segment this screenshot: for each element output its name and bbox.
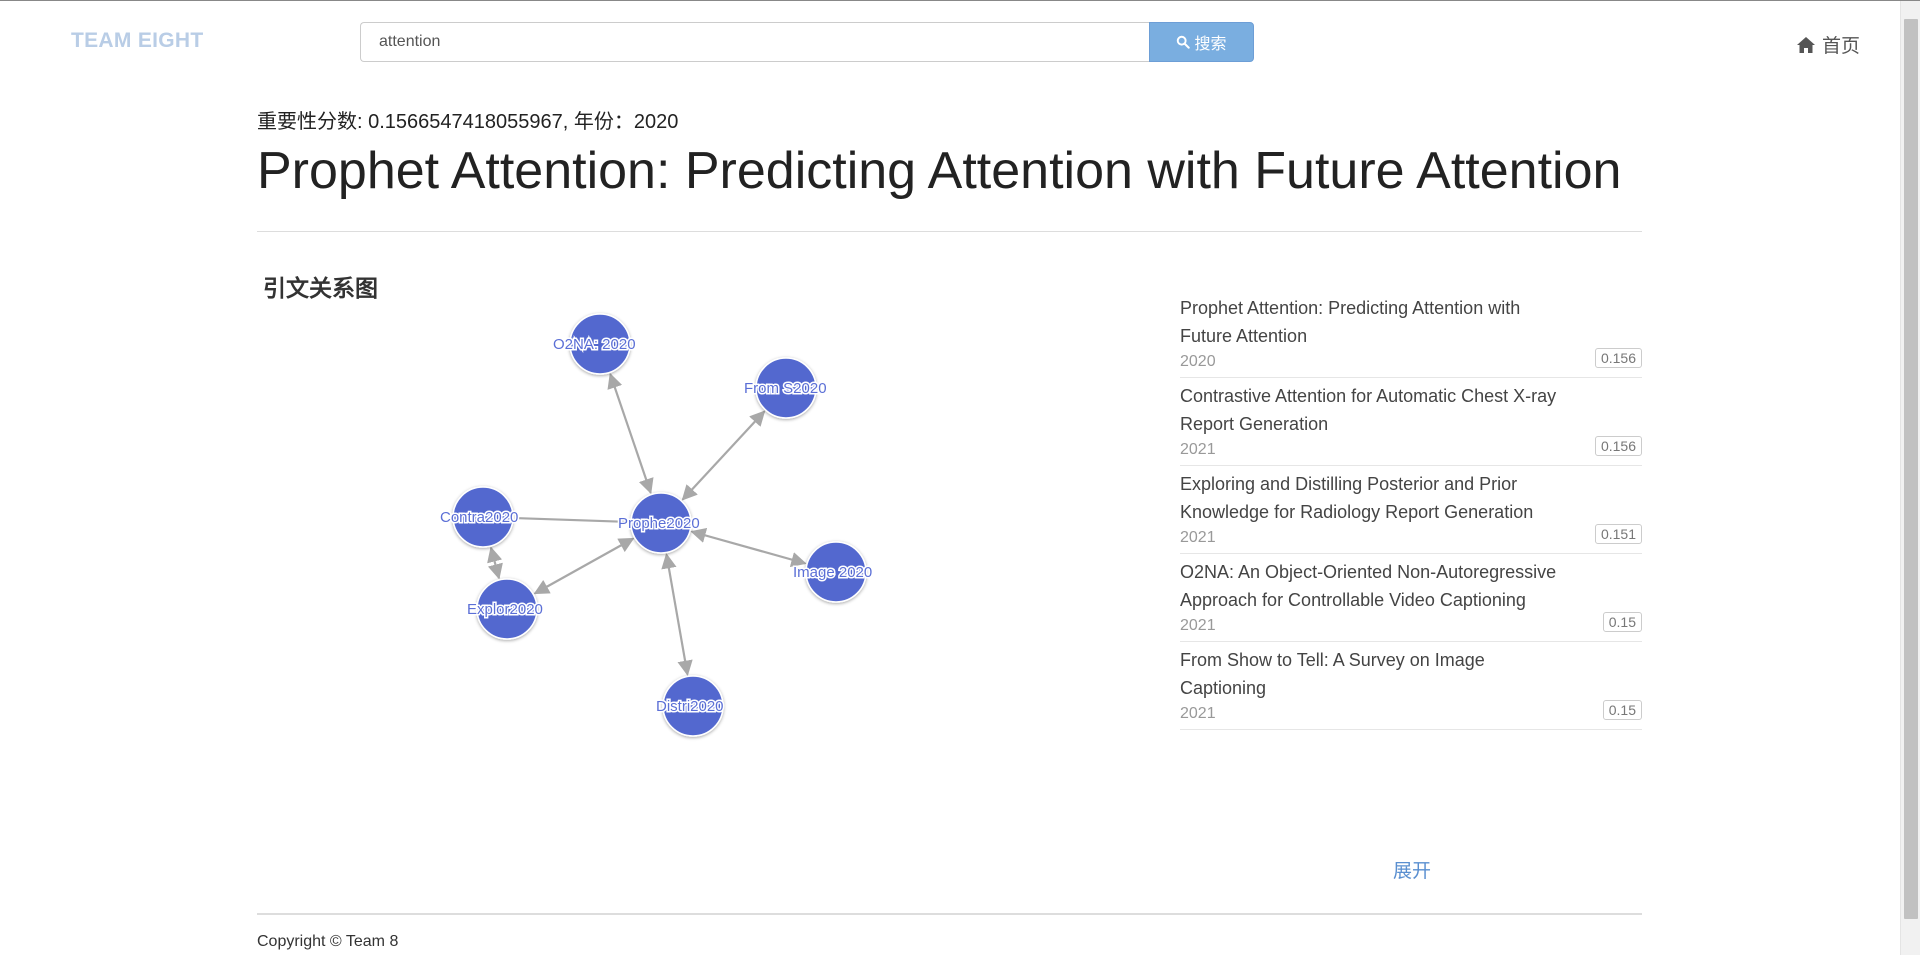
citation-list: Prophet Attention: Predicting Attention … [1180, 290, 1642, 730]
citation-year: 2021 [1180, 617, 1216, 634]
graph-edge [533, 537, 635, 595]
score-badge: 0.151 [1594, 524, 1642, 544]
search-button[interactable]: 搜索 [1149, 22, 1254, 62]
graph-node[interactable]: Contra2020 [439, 486, 520, 548]
graph-node-label: Image 2020 [793, 564, 872, 581]
citation-graph[interactable]: O2NA: 2020 From S2020 Contra2020 Prophe2020… [420, 291, 940, 761]
paper-meta: 重要性分数: 0.1566547418055967, 年份：2020 [257, 111, 679, 133]
graph-node[interactable]: From S2020 [743, 357, 828, 419]
citation-title[interactable]: O2NA: An Object-Oriented Non-Autoregress… [1180, 558, 1560, 614]
citation-item[interactable]: O2NA: An Object-Oriented Non-Autoregress… [1180, 554, 1642, 642]
page: TEAM EIGHT 搜索 首页 重要性分数: 0.15665474180559… [0, 0, 1920, 955]
graph-edge [690, 527, 807, 568]
copyright: Copyright © Team 8 [257, 933, 399, 950]
graph-node-label: Explor2020 [467, 601, 543, 618]
citation-year: 2021 [1180, 705, 1216, 722]
graph-section-title: 引文关系图 [263, 275, 378, 301]
graph-edge [661, 553, 693, 676]
graph-node-label: Prophe2020 [618, 515, 700, 532]
citation-title[interactable]: Prophet Attention: Predicting Attention … [1180, 294, 1560, 350]
citation-year: 2020 [1180, 353, 1216, 370]
search-button-label: 搜索 [1194, 36, 1227, 53]
graph-node-label: Contra2020 [440, 509, 518, 526]
graph-node[interactable]: Distri2020 [655, 675, 725, 737]
graph-edge [681, 410, 766, 501]
graph-edge [514, 516, 630, 524]
footer-divider [257, 913, 1642, 915]
citation-item[interactable]: Exploring and Distilling Posterior and P… [1180, 466, 1642, 554]
graph-edge [487, 546, 503, 580]
citation-year: 2021 [1180, 441, 1216, 458]
graph-node[interactable]: Image 2020 [792, 541, 874, 603]
home-icon [1796, 36, 1815, 53]
graph-node[interactable]: Prophe2020 [617, 492, 701, 554]
expand-link[interactable]: 展开 [1393, 856, 1431, 883]
graph-node[interactable]: Explor2020 [466, 578, 544, 640]
search-bar: 搜索 [360, 22, 1254, 62]
graph-node[interactable]: O2NA: 2020 [552, 313, 637, 375]
scrollbar[interactable] [1900, 1, 1920, 955]
scrollbar-thumb[interactable] [1904, 19, 1918, 919]
graph-node-label: From S2020 [744, 380, 827, 397]
graph-node-label: O2NA: 2020 [553, 336, 636, 353]
graph-node-label: Distri2020 [656, 698, 724, 715]
page-title: Prophet Attention: Predicting Attention … [257, 142, 1622, 200]
search-input[interactable] [360, 22, 1149, 62]
citation-item[interactable]: From Show to Tell: A Survey on Image Cap… [1180, 642, 1642, 730]
score-badge: 0.15 [1602, 612, 1642, 632]
score-badge: 0.15 [1602, 700, 1642, 720]
citation-title[interactable]: From Show to Tell: A Survey on Image Cap… [1180, 646, 1560, 702]
citation-year: 2021 [1180, 529, 1216, 546]
graph-edge [607, 372, 654, 495]
score-badge: 0.156 [1594, 348, 1642, 368]
search-icon [1177, 35, 1191, 49]
citation-title[interactable]: Contrastive Attention for Automatic Ches… [1180, 382, 1560, 438]
citation-item[interactable]: Contrastive Attention for Automatic Ches… [1180, 378, 1642, 466]
score-badge: 0.156 [1594, 436, 1642, 456]
brand-logo[interactable]: TEAM EIGHT [71, 29, 204, 53]
home-label: 首页 [1821, 36, 1860, 57]
divider [257, 231, 1642, 232]
citation-item[interactable]: Prophet Attention: Predicting Attention … [1180, 290, 1642, 378]
home-link[interactable]: 首页 [1796, 31, 1860, 58]
citation-title[interactable]: Exploring and Distilling Posterior and P… [1180, 470, 1560, 526]
